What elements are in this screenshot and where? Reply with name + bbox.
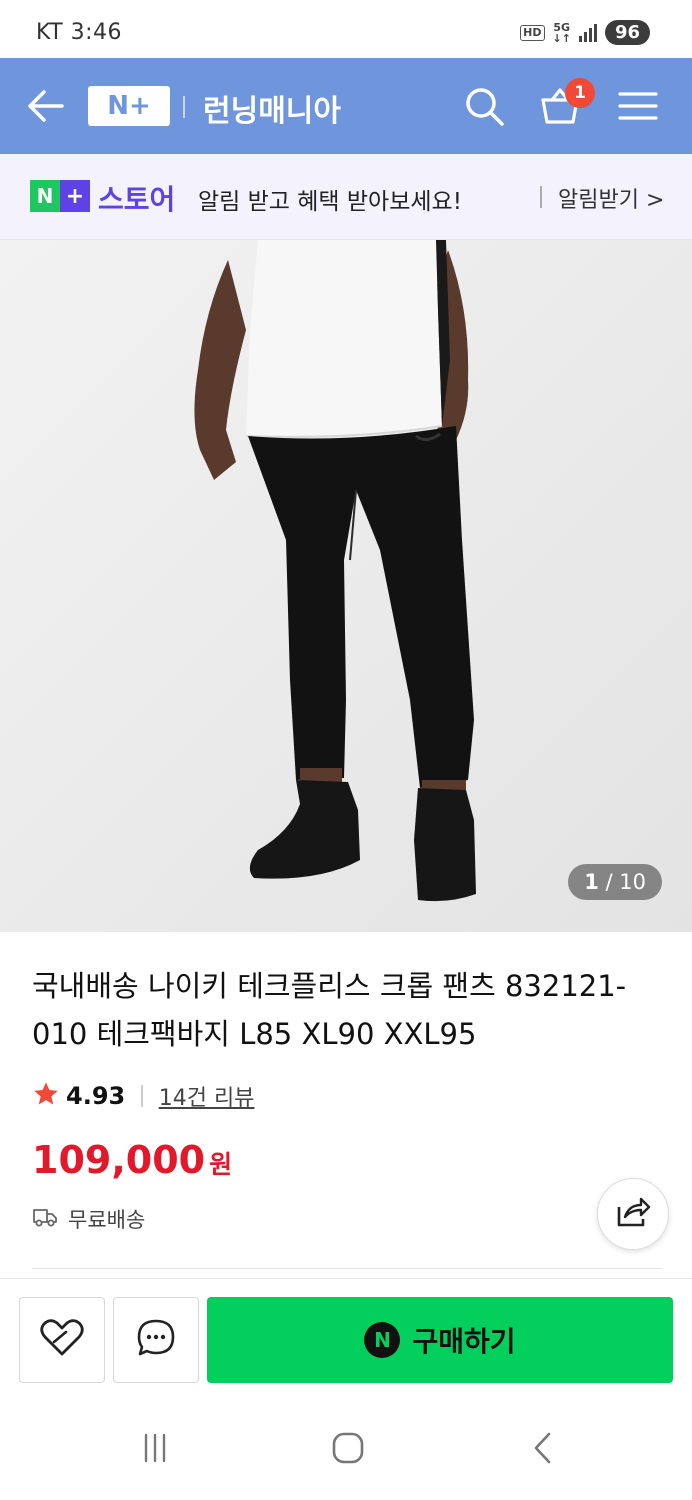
naver-plus-store-logo: N +	[30, 180, 90, 212]
section-divider	[32, 1268, 662, 1269]
rating-score: 4.93	[66, 1082, 126, 1110]
product-photo	[0, 240, 692, 932]
wishlist-button[interactable]	[19, 1297, 105, 1383]
heart-icon	[39, 1318, 85, 1362]
app-header: N+ 런닝매니아 1	[0, 58, 692, 154]
rating-row: 4.93 14건 리뷰	[32, 1080, 254, 1112]
store-label: 스토어	[98, 183, 176, 216]
recent-apps-icon[interactable]	[130, 1428, 180, 1468]
cart-count-badge: 1	[565, 78, 595, 108]
shipping-label: 무료배송	[68, 1208, 146, 1232]
store-name[interactable]: 런닝매니아	[203, 86, 341, 130]
notice-message: 알림 받고 혜택 받아보세요!	[198, 189, 462, 215]
back-icon[interactable]	[518, 1428, 568, 1468]
truck-icon	[32, 1206, 58, 1233]
shipping-info: 무료배송	[32, 1204, 145, 1234]
naver-pay-icon: N	[364, 1322, 401, 1358]
subscribe-alerts-link[interactable]: 알림받기 >	[558, 182, 664, 214]
network-icon: 5G ↓↑	[552, 20, 571, 45]
hd-icon: HD	[520, 24, 545, 41]
reviews-link[interactable]: 14건 리뷰	[159, 1080, 255, 1112]
search-icon[interactable]	[462, 84, 506, 128]
share-icon	[615, 1195, 651, 1233]
purchase-action-bar: N 구매하기	[0, 1278, 692, 1396]
notice-divider	[540, 186, 542, 208]
star-icon	[32, 1080, 60, 1112]
logo-divider	[183, 96, 185, 118]
product-price: 109,000 원	[32, 1138, 233, 1182]
back-arrow-icon[interactable]	[26, 88, 66, 124]
home-icon[interactable]	[323, 1428, 373, 1468]
status-time: KT 3:46	[36, 20, 123, 45]
buy-label: 구매하기	[412, 1325, 516, 1358]
signal-icon	[578, 23, 597, 42]
chat-button[interactable]	[113, 1297, 199, 1383]
naver-plus-logo[interactable]: N+	[88, 86, 170, 126]
menu-icon[interactable]	[616, 84, 660, 128]
status-bar: KT 3:46 HD 5G ↓↑ 96	[0, 0, 692, 58]
share-button[interactable]	[597, 1178, 669, 1250]
notification-banner: N + 스토어 알림 받고 혜택 받아보세요! 알림받기 >	[0, 154, 692, 240]
rating-divider	[141, 1085, 143, 1107]
image-counter: 1 / 10	[568, 864, 662, 900]
product-title: 국내배송 나이키 테크플리스 크롭 팬츠 832121-010 테크팩바지 L8…	[32, 969, 627, 1051]
battery-indicator: 96	[604, 20, 650, 45]
buy-button[interactable]: N 구매하기	[207, 1297, 673, 1383]
system-navigation-bar	[0, 1396, 692, 1500]
product-image[interactable]: 1 / 10	[0, 240, 692, 932]
chat-icon	[135, 1317, 177, 1363]
